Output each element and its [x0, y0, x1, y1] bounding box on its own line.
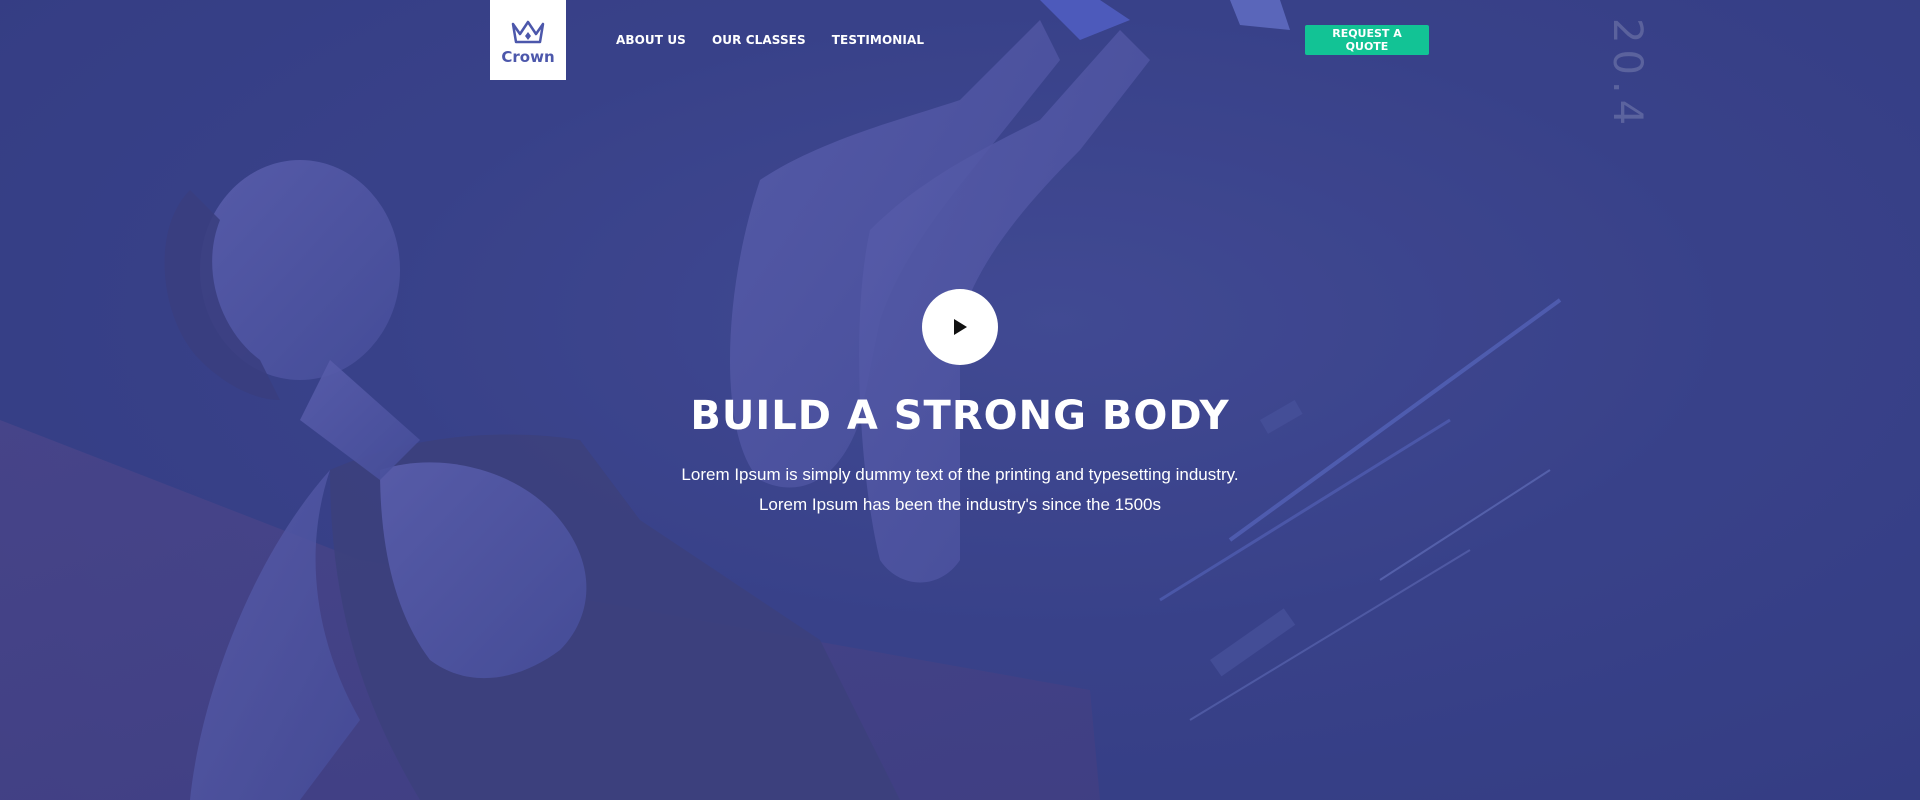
logo-text: Crown — [501, 48, 555, 66]
crown-icon — [511, 20, 545, 44]
play-icon — [954, 319, 967, 335]
request-quote-button[interactable]: REQUEST A QUOTE — [1305, 25, 1429, 55]
hero-subtitle-line-2: Lorem Ipsum has been the industry's sinc… — [758, 495, 1162, 514]
hero-subtitle-line-1: Lorem Ipsum is simply dummy text of the … — [681, 465, 1239, 484]
nav-item-about-us[interactable]: ABOUT US — [616, 33, 686, 47]
hero-title: BUILD A STRONG BODY — [690, 393, 1230, 439]
hero-subtitle: Lorem Ipsum is simply dummy text of the … — [0, 460, 1920, 520]
nav-item-testimonial[interactable]: TESTIMONIAL — [832, 33, 924, 47]
play-video-button[interactable] — [922, 289, 998, 365]
nav-item-our-classes[interactable]: OUR CLASSES — [712, 33, 806, 47]
background-number-text: 20.4 — [1604, 18, 1650, 132]
main-nav: ABOUT US OUR CLASSES TESTIMONIAL — [616, 33, 924, 47]
logo[interactable]: Crown — [490, 0, 566, 80]
hero-section: 20.4 Crown ABOUT US OUR CLASSES TESTIMON… — [0, 0, 1920, 800]
